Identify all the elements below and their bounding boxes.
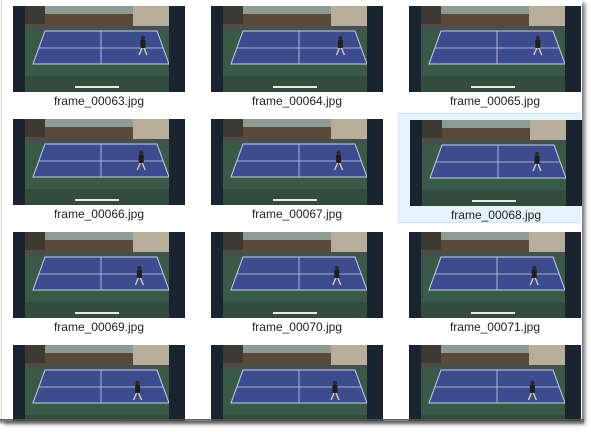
file-name-label: frame_00071.jpg xyxy=(449,320,541,334)
thumbnail-image xyxy=(25,345,169,421)
file-thumbnail xyxy=(409,345,581,421)
file-tile[interactable] xyxy=(2,339,185,421)
window-shadow xyxy=(0,419,584,425)
file-tile[interactable]: frame_00070.jpg xyxy=(200,226,383,336)
file-thumbnail xyxy=(211,6,383,92)
file-tile[interactable] xyxy=(200,339,383,421)
thumbnail-image xyxy=(223,6,367,92)
file-thumbnail xyxy=(409,6,581,92)
file-name-label: frame_00068.jpg xyxy=(450,208,542,222)
thumbnail-image xyxy=(223,232,367,318)
file-name-label: frame_00069.jpg xyxy=(53,320,145,334)
file-thumbnail xyxy=(409,232,581,318)
file-tile[interactable]: frame_00071.jpg xyxy=(398,226,581,336)
thumbnail-image xyxy=(421,6,565,92)
file-thumbnail xyxy=(211,345,383,421)
thumbnail-image xyxy=(421,345,565,421)
thumbnail-image xyxy=(25,119,169,205)
file-tile[interactable]: frame_00068.jpg xyxy=(398,113,582,223)
file-explorer-window: frame_00063.jpg frame_00064.jpg frame_0006… xyxy=(1,0,582,421)
file-thumbnail xyxy=(13,232,185,318)
file-tile[interactable]: frame_00066.jpg xyxy=(2,113,185,223)
thumbnail-image xyxy=(223,345,367,421)
file-tile[interactable]: frame_00065.jpg xyxy=(398,0,581,110)
file-tile[interactable] xyxy=(398,339,581,421)
thumbnail-image xyxy=(223,119,367,205)
file-tile[interactable]: frame_00069.jpg xyxy=(2,226,185,336)
file-name-label: frame_00070.jpg xyxy=(251,320,343,334)
file-tile[interactable]: frame_00063.jpg xyxy=(2,0,185,110)
file-thumbnail xyxy=(13,6,185,92)
file-thumbnail xyxy=(211,232,383,318)
thumbnail-image xyxy=(422,120,566,206)
thumbnail-image xyxy=(421,232,565,318)
file-name-label: frame_00065.jpg xyxy=(449,94,541,108)
file-thumbnail xyxy=(13,345,185,421)
thumbnail-image xyxy=(25,232,169,318)
file-name-label: frame_00064.jpg xyxy=(251,94,343,108)
file-thumbnail xyxy=(211,119,383,205)
file-name-label: frame_00063.jpg xyxy=(53,94,145,108)
file-name-label: frame_00067.jpg xyxy=(251,207,343,221)
file-name-label: frame_00066.jpg xyxy=(53,207,145,221)
file-tile[interactable]: frame_00064.jpg xyxy=(200,0,383,110)
thumbnail-image xyxy=(25,6,169,92)
file-thumbnail xyxy=(410,120,582,206)
file-thumbnail xyxy=(13,119,185,205)
file-tile[interactable]: frame_00067.jpg xyxy=(200,113,383,223)
